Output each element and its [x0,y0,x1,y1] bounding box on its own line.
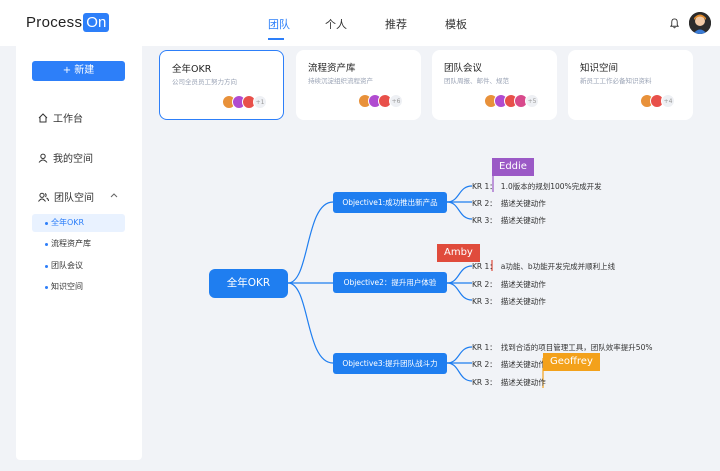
kr-item[interactable]: KR 1： a功能、b功能开发完成并顺利上线 [472,261,615,272]
kr-item[interactable]: KR 1： 找到合适的项目管理工具，团队效率提升50% [472,342,652,353]
objective-node-2[interactable]: Objective2：提升用户体验 [333,272,447,293]
kr-item[interactable]: KR 3： 描述关键动作 [472,296,546,307]
objective-node-1[interactable]: Objective1:成功推出新产品 [333,192,447,213]
kr-text: 1.0版本的规划100%完成开发 [500,182,602,191]
kr-text: 描述关键动作 [500,280,546,289]
kr-text: 描述关键动作 [500,378,546,387]
collaborator-tag-geoffrey: Geoffrey [543,353,600,371]
kr-text: 描述关键动作 [500,360,546,369]
kr-item[interactable]: KR 1： 1.0版本的规划100%完成开发 [472,181,602,192]
mindmap-root-node[interactable]: 全年OKR [209,269,288,298]
kr-item[interactable]: KR 2： 描述关键动作 [472,279,546,290]
kr-key: KR 1： [472,262,497,271]
kr-text: 找到合适的项目管理工具，团队效率提升50% [500,343,653,352]
kr-key: KR 3： [472,216,497,225]
kr-text: a功能、b功能开发完成并顺利上线 [500,262,616,271]
kr-text: 描述关键动作 [500,297,546,306]
kr-key: KR 1： [472,343,497,352]
kr-key: KR 2： [472,280,497,289]
objective-node-3[interactable]: Objective3:提升团队战斗力 [333,353,447,374]
kr-key: KR 1： [472,182,497,191]
kr-key: KR 2： [472,360,497,369]
kr-item[interactable]: KR 3： 描述关键动作 [472,215,546,226]
kr-text: 描述关键动作 [500,216,546,225]
collaborator-tag-amby: Amby [437,244,480,262]
kr-text: 描述关键动作 [500,199,546,208]
kr-key: KR 2： [472,199,497,208]
kr-key: KR 3： [472,297,497,306]
mindmap-connectors [287,176,544,388]
kr-item[interactable]: KR 2： 描述关键动作 [472,359,546,370]
collaborator-tag-eddie: Eddie [492,158,534,176]
kr-item[interactable]: KR 3： 描述关键动作 [472,377,546,388]
kr-key: KR 3： [472,378,497,387]
kr-item[interactable]: KR 2： 描述关键动作 [472,198,546,209]
